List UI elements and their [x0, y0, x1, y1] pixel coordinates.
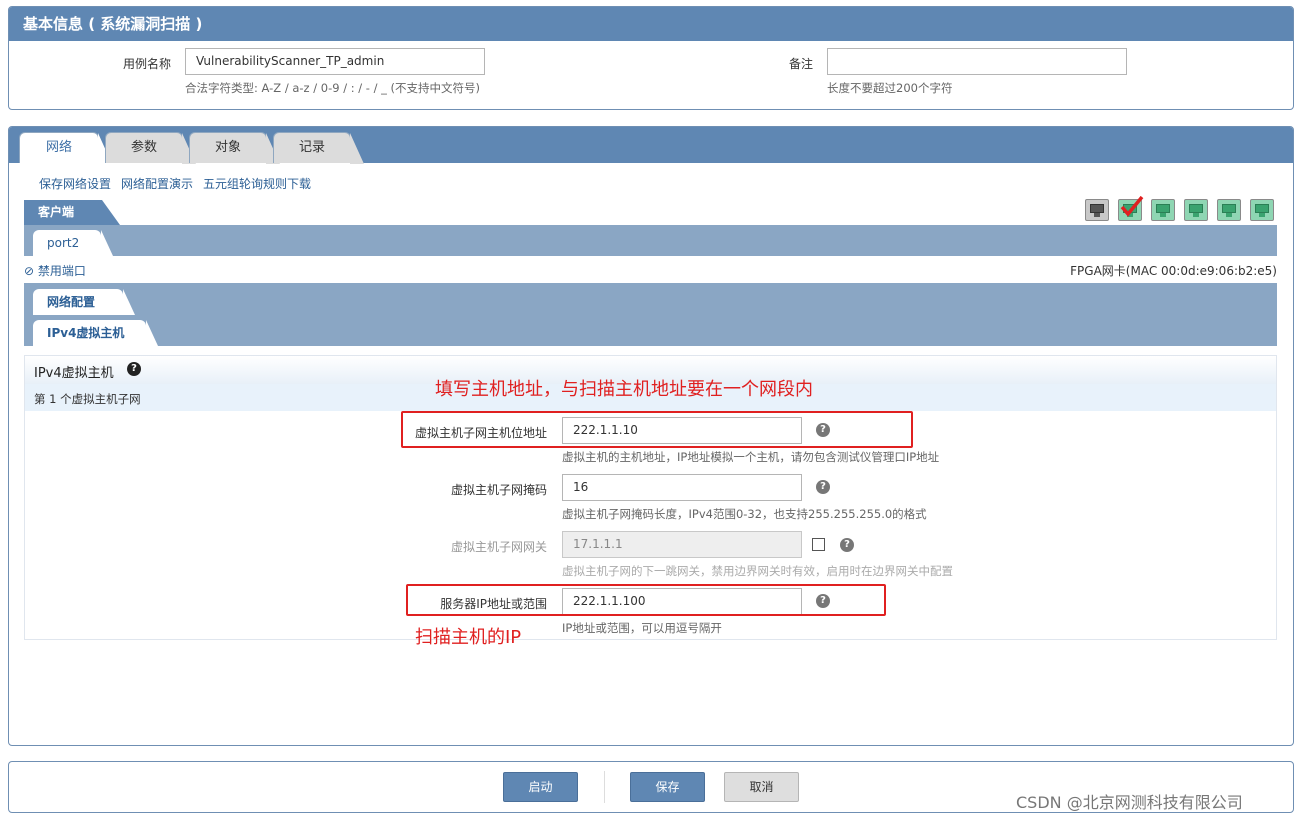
annotation-bottom: 扫描主机的IP	[415, 627, 522, 648]
tab-network-label: 网络	[45, 140, 72, 155]
annotation-top: 填写主机地址，与扫描主机地址要在一个网段内	[435, 379, 813, 400]
host-ip-hint: 虚拟主机的主机地址，IP地址模拟一个主机，请勿包含测试仪管理口IP地址	[562, 450, 940, 464]
server-ip-hint: IP地址或范围，可以用逗号隔开	[562, 621, 722, 635]
case-name-input[interactable]: VulnerabilityScanner_TP_admin	[185, 48, 485, 75]
network-config-tab-label: 网络配置	[47, 295, 96, 309]
network-port-icon[interactable]	[1184, 199, 1208, 221]
save-button[interactable]: 保存	[630, 772, 705, 802]
remark-input[interactable]	[827, 48, 1127, 75]
mask-hint: 虚拟主机子网掩码长度，IPv4范围0-32，也支持255.255.255.0的格…	[562, 507, 927, 521]
mask-input[interactable]: 16	[562, 474, 802, 501]
network-port-icon[interactable]	[1250, 199, 1274, 221]
subnet-title: 第 1 个虚拟主机子网	[34, 392, 141, 406]
highlight-server-ip	[406, 584, 886, 616]
cancel-button[interactable]: 取消	[724, 772, 799, 802]
tab-params[interactable]: 参数	[105, 132, 196, 164]
ipv4-host-tab[interactable]: IPv4虚拟主机	[33, 320, 158, 346]
start-button[interactable]: 启动	[503, 772, 578, 802]
gateway-hint: 虚拟主机子网的下一跳网关，禁用边界网关时有效，启用时在边界网关中配置	[562, 564, 953, 578]
client-port-bar	[24, 225, 1277, 256]
remark-hint: 长度不要超过200个字符	[827, 81, 953, 95]
network-config-bar	[24, 283, 1277, 346]
tab-params-label: 参数	[130, 140, 157, 155]
port-tab[interactable]: port2	[33, 230, 113, 256]
case-name-hint: 合法字符类型: A-Z / a-z / 0-9 / : / - / _ (不支持…	[185, 81, 481, 95]
disable-port-link[interactable]: ⊘ 禁用端口	[24, 262, 86, 279]
mask-help-icon[interactable]: ?	[816, 480, 830, 494]
network-port-gray-icon[interactable]	[1085, 199, 1109, 221]
tab-objects[interactable]: 对象	[189, 132, 280, 164]
button-divider	[604, 771, 605, 803]
tab-records[interactable]: 记录	[273, 132, 364, 164]
remark-label: 备注	[788, 57, 813, 71]
highlight-host-ip	[401, 411, 913, 448]
case-name-label: 用例名称	[122, 57, 171, 71]
network-demo-link[interactable]: 网络配置演示	[121, 175, 193, 192]
port-tab-label: port2	[47, 236, 80, 250]
gateway-label: 虚拟主机子网网关	[450, 540, 547, 554]
disable-port-label: 禁用端口	[37, 264, 86, 278]
client-tab[interactable]: 客户端	[24, 200, 120, 225]
tab-objects-label: 对象	[214, 140, 241, 155]
ipv4-section-title: IPv4虚拟主机	[34, 366, 114, 381]
save-network-link[interactable]: 保存网络设置	[39, 175, 111, 192]
fpga-info: FPGA网卡(MAC 00:0d:e9:06:b2:e5)	[1070, 264, 1277, 278]
tab-network[interactable]: 网络	[19, 132, 112, 164]
network-port-selected-icon[interactable]	[1118, 195, 1144, 221]
tab-records-label: 记录	[298, 140, 325, 155]
basic-info-panel: 基本信息 ( 系统漏洞扫描 ) 用例名称 VulnerabilityScanne…	[8, 6, 1294, 110]
network-config-tab[interactable]: 网络配置	[33, 289, 135, 315]
five-tuple-download-link[interactable]: 五元组轮询规则下载	[203, 175, 311, 192]
watermark: CSDN @北京网测科技有限公司	[1016, 793, 1243, 812]
basic-info-title: 基本信息 ( 系统漏洞扫描 )	[9, 7, 1293, 41]
network-port-icon[interactable]	[1217, 199, 1241, 221]
gateway-help-icon[interactable]: ?	[840, 538, 854, 552]
ipv4-host-tab-label: IPv4虚拟主机	[47, 326, 125, 340]
network-port-icon[interactable]	[1151, 199, 1175, 221]
disable-icon: ⊘	[24, 264, 35, 278]
border-gateway-checkbox[interactable]	[812, 538, 825, 551]
help-icon[interactable]: ?	[127, 362, 141, 376]
client-tab-label: 客户端	[38, 205, 75, 219]
checkmark-icon	[1120, 195, 1144, 217]
gateway-input: 17.1.1.1	[562, 531, 802, 558]
mask-label: 虚拟主机子网掩码	[450, 483, 547, 497]
